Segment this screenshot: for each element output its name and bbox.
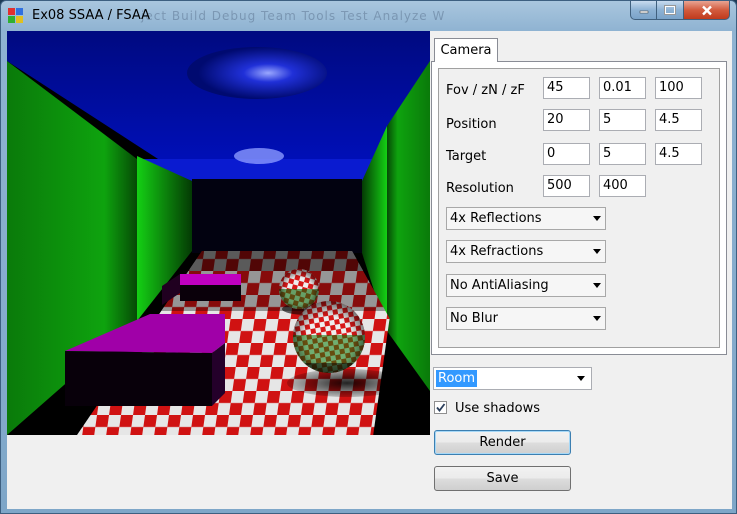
target-x-input[interactable]: 0 bbox=[543, 143, 590, 165]
render-button-label: Render bbox=[479, 435, 526, 450]
zfar-input[interactable]: 100 bbox=[655, 77, 702, 99]
position-x-input[interactable]: 20 bbox=[543, 109, 590, 131]
rendered-scene-image bbox=[7, 31, 430, 435]
position-label: Position bbox=[446, 117, 497, 132]
znear-input[interactable]: 0.01 bbox=[599, 77, 646, 99]
save-button-label: Save bbox=[486, 471, 519, 486]
camera-tab-panel: Fov / zN / zF 45 0.01 100 Position 20 5 … bbox=[431, 61, 727, 355]
use-shadows-label[interactable]: Use shadows bbox=[455, 401, 540, 416]
client-area: Camera Fov / zN / zF 45 0.01 100 Positio… bbox=[7, 31, 732, 509]
minimize-icon bbox=[639, 10, 648, 14]
window-title: Ex08 SSAA / FSAA bbox=[32, 8, 151, 23]
reflections-dropdown[interactable]: 4x Reflections bbox=[446, 207, 606, 230]
position-z-input[interactable]: 4.5 bbox=[655, 109, 702, 131]
fov-label: Fov / zN / zF bbox=[446, 83, 525, 98]
position-y-input[interactable]: 5 bbox=[599, 109, 646, 131]
target-y-input[interactable]: 5 bbox=[599, 143, 646, 165]
blur-value: No Blur bbox=[450, 311, 498, 326]
caption-buttons bbox=[630, 1, 730, 21]
app-icon[interactable] bbox=[8, 8, 24, 24]
target-label: Target bbox=[446, 149, 487, 164]
chevron-down-icon bbox=[593, 283, 601, 288]
blur-dropdown[interactable]: No Blur bbox=[446, 307, 606, 330]
background-menu-ghost: ject Build Debug Team Tools Test Analyze… bbox=[141, 9, 446, 23]
close-icon bbox=[701, 5, 712, 15]
refractions-value: 4x Refractions bbox=[450, 244, 544, 259]
use-shadows-checkbox[interactable] bbox=[434, 401, 447, 414]
resolution-height-input[interactable]: 400 bbox=[599, 175, 646, 197]
tab-camera[interactable]: Camera bbox=[434, 38, 498, 62]
minimize-button[interactable] bbox=[630, 1, 657, 20]
chevron-down-icon bbox=[593, 316, 601, 321]
render-button[interactable]: Render bbox=[434, 430, 571, 455]
fov-input[interactable]: 45 bbox=[543, 77, 590, 99]
checkmark-icon bbox=[436, 403, 446, 412]
chevron-down-icon bbox=[593, 249, 601, 254]
scene-value: Room bbox=[436, 370, 478, 387]
maximize-button[interactable] bbox=[657, 1, 684, 20]
target-z-input[interactable]: 4.5 bbox=[655, 143, 702, 165]
app-window: ject Build Debug Team Tools Test Analyze… bbox=[0, 0, 737, 514]
refractions-dropdown[interactable]: 4x Refractions bbox=[446, 240, 606, 263]
antialiasing-dropdown[interactable]: No AntiAliasing bbox=[446, 274, 606, 297]
render-viewport[interactable] bbox=[7, 31, 430, 435]
chevron-down-icon bbox=[577, 376, 585, 381]
title-bar[interactable]: ject Build Debug Team Tools Test Analyze… bbox=[1, 1, 736, 31]
resolution-label: Resolution bbox=[446, 181, 514, 196]
reflections-value: 4x Reflections bbox=[450, 211, 542, 226]
antialiasing-value: No AntiAliasing bbox=[450, 278, 549, 293]
tab-camera-label: Camera bbox=[440, 43, 492, 58]
chevron-down-icon bbox=[593, 216, 601, 221]
camera-settings-group: Fov / zN / zF 45 0.01 100 Position 20 5 … bbox=[438, 68, 720, 348]
save-button[interactable]: Save bbox=[434, 466, 571, 491]
resolution-width-input[interactable]: 500 bbox=[543, 175, 590, 197]
maximize-icon bbox=[664, 5, 676, 15]
scene-dropdown[interactable]: Room bbox=[433, 367, 592, 390]
close-button[interactable] bbox=[684, 1, 730, 20]
